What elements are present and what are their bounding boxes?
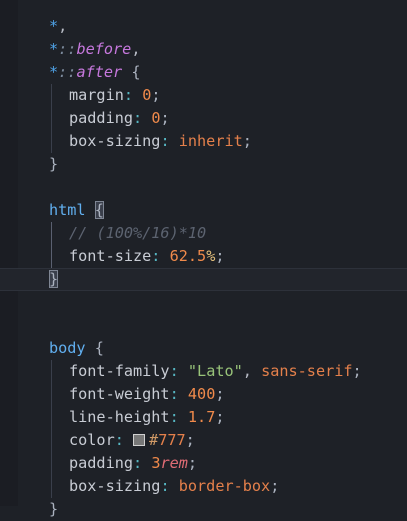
property-name: padding bbox=[69, 109, 134, 127]
code-line[interactable]: body { bbox=[0, 337, 407, 360]
indent-guide bbox=[51, 406, 52, 429]
universal-selector: * bbox=[49, 40, 59, 58]
property-name: line-height bbox=[69, 408, 170, 426]
colon: : bbox=[114, 431, 124, 449]
colon: : bbox=[123, 86, 134, 104]
indent-guide bbox=[51, 360, 52, 383]
code-line[interactable]: // (100%/16)*10 bbox=[0, 222, 407, 245]
hex-color-value: 777 bbox=[158, 431, 186, 449]
code-line[interactable]: } bbox=[0, 498, 407, 521]
matched-open-brace: { bbox=[94, 201, 104, 219]
code-line[interactable]: color: #777; bbox=[0, 429, 407, 452]
color-swatch-icon[interactable] bbox=[133, 434, 146, 446]
semicolon: ; bbox=[215, 247, 225, 265]
property-name: box-sizing bbox=[69, 477, 161, 495]
indent-guide bbox=[51, 452, 52, 475]
pseudo-element: before bbox=[76, 40, 132, 58]
tag-selector: html bbox=[49, 201, 86, 219]
code-line[interactable]: *::after { bbox=[0, 61, 407, 84]
semicolon: ; bbox=[352, 362, 362, 380]
code-line[interactable]: box-sizing: inherit; bbox=[0, 130, 407, 153]
number-value: 1.7 bbox=[187, 408, 216, 426]
semicolon: ; bbox=[270, 477, 280, 495]
code-line[interactable]: font-weight: 400; bbox=[0, 383, 407, 406]
matched-close-brace: } bbox=[49, 270, 59, 288]
colon: : bbox=[160, 477, 170, 495]
code-line-blank[interactable] bbox=[0, 314, 407, 337]
code-area[interactable]: *, *::before, *::after { margin: 0; padd… bbox=[0, 15, 407, 521]
property-name: color bbox=[69, 431, 115, 449]
colon: : bbox=[133, 454, 143, 472]
string-value: "Lato" bbox=[187, 362, 243, 380]
hex-hash: # bbox=[149, 431, 159, 449]
indent-guide bbox=[51, 107, 52, 130]
keyword-value: border-box bbox=[178, 477, 271, 495]
code-line[interactable]: line-height: 1.7; bbox=[0, 406, 407, 429]
current-line[interactable]: } bbox=[0, 268, 407, 291]
code-comment: // (100%/16)*10 bbox=[69, 224, 207, 242]
semicolon: ; bbox=[151, 86, 161, 104]
code-line[interactable]: margin: 0; bbox=[0, 84, 407, 107]
semicolon: ; bbox=[185, 431, 195, 449]
indent-guide bbox=[51, 222, 52, 245]
number-value: 400 bbox=[187, 385, 216, 403]
code-line[interactable]: padding: 3rem; bbox=[0, 452, 407, 475]
indent-guide bbox=[51, 475, 52, 498]
percent-unit: % bbox=[206, 247, 216, 265]
code-line[interactable]: *::before, bbox=[0, 38, 407, 61]
number-value: 62.5 bbox=[169, 247, 207, 265]
colon: : bbox=[151, 247, 161, 265]
comma: , bbox=[58, 17, 68, 35]
code-line[interactable]: *, bbox=[0, 15, 407, 38]
indent-guide bbox=[51, 130, 52, 153]
code-line-blank[interactable] bbox=[0, 291, 407, 314]
colon: : bbox=[169, 385, 179, 403]
code-line[interactable]: html { bbox=[0, 199, 407, 222]
semicolon: ; bbox=[215, 408, 225, 426]
property-name: padding bbox=[69, 454, 134, 472]
indent-guide bbox=[51, 245, 52, 268]
pseudo-element: after bbox=[76, 63, 123, 81]
code-line[interactable]: box-sizing: border-box; bbox=[0, 475, 407, 498]
property-name: font-weight bbox=[69, 385, 170, 403]
indent-guide bbox=[51, 84, 52, 107]
comma: , bbox=[242, 362, 252, 380]
semicolon: ; bbox=[242, 132, 252, 150]
semicolon: ; bbox=[160, 109, 170, 127]
indent-guide bbox=[51, 429, 52, 452]
colon: : bbox=[169, 362, 179, 380]
property-name: box-sizing bbox=[69, 132, 161, 150]
property-name: margin bbox=[69, 86, 124, 104]
close-brace: } bbox=[49, 500, 59, 518]
code-line[interactable]: } bbox=[0, 153, 407, 176]
code-line[interactable]: font-size: 62.5%; bbox=[0, 245, 407, 268]
indent-guide bbox=[51, 383, 52, 406]
keyword-value: sans-serif bbox=[261, 362, 353, 380]
keyword-value: inherit bbox=[178, 132, 243, 150]
property-name: font-size bbox=[69, 247, 152, 265]
length-unit: rem bbox=[160, 454, 188, 472]
tag-selector: body bbox=[49, 339, 86, 357]
colon: : bbox=[160, 132, 170, 150]
close-brace: } bbox=[49, 155, 59, 173]
colon: : bbox=[133, 109, 143, 127]
universal-selector: * bbox=[49, 63, 59, 81]
pseudo-colons: :: bbox=[58, 40, 77, 58]
code-line-blank[interactable] bbox=[0, 176, 407, 199]
code-editor[interactable]: *, *::before, *::after { margin: 0; padd… bbox=[0, 0, 407, 518]
semicolon: ; bbox=[187, 454, 198, 472]
number-value: 0 bbox=[142, 86, 152, 104]
open-brace: { bbox=[94, 339, 104, 357]
universal-selector: * bbox=[49, 17, 59, 35]
open-brace: { bbox=[131, 63, 141, 81]
colon: : bbox=[169, 408, 179, 426]
code-line[interactable]: padding: 0; bbox=[0, 107, 407, 130]
property-name: font-family bbox=[69, 362, 170, 380]
comma: , bbox=[131, 40, 141, 58]
semicolon: ; bbox=[215, 385, 225, 403]
code-line[interactable]: font-family: "Lato", sans-serif; bbox=[0, 360, 407, 383]
pseudo-colons: :: bbox=[58, 63, 77, 81]
